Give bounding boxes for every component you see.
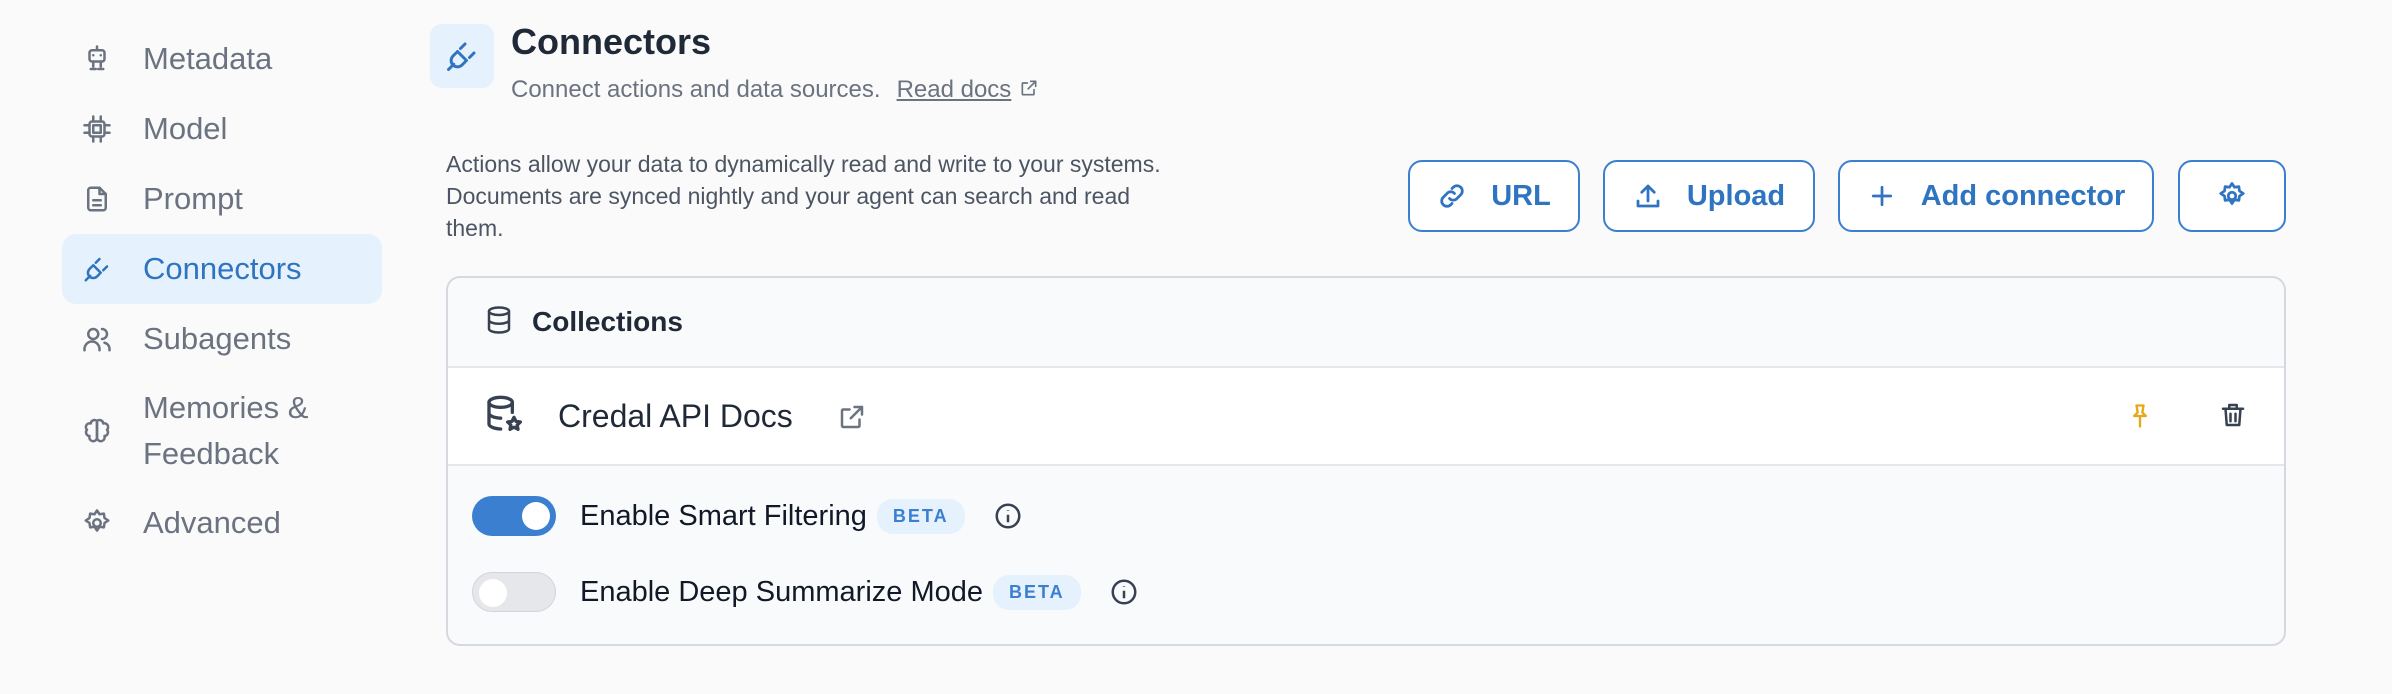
page-subtitle: Connect actions and data sources. Read d… — [511, 74, 1039, 105]
smart-filtering-toggle[interactable] — [472, 496, 556, 536]
brain-icon — [82, 416, 112, 446]
url-button-label: URL — [1491, 179, 1551, 212]
plus-icon — [1871, 185, 1892, 207]
beta-badge: BETA — [992, 574, 1081, 610]
sidebar-item-advanced[interactable]: Advanced — [62, 488, 382, 558]
upload-button[interactable]: Upload — [1603, 160, 1815, 232]
connector-settings-button[interactable] — [2178, 160, 2286, 232]
collections-panel: Collections Credal API Docs Enable Smart… — [446, 276, 2286, 646]
beta-badge: BETA — [876, 498, 965, 534]
gear-icon — [2219, 182, 2245, 205]
read-docs-link[interactable]: Read docs — [897, 76, 1012, 104]
collections-title: Collections — [532, 306, 683, 337]
sidebar-item-label: Subagents — [143, 321, 292, 356]
upload-button-label: Upload — [1686, 179, 1786, 212]
sidebar-item-label: Memories & Feedback — [143, 390, 309, 471]
collection-options: Enable Smart Filtering BETA Enable Deep … — [448, 466, 2284, 630]
database-icon — [484, 305, 514, 340]
sidebar-item-label: Advanced — [143, 505, 281, 540]
deep-summarize-label: Enable Deep Summarize Mode — [580, 575, 983, 608]
document-icon — [82, 184, 112, 214]
gear-icon — [82, 508, 112, 538]
database-star-icon — [484, 394, 524, 439]
robot-icon — [82, 44, 112, 74]
smart-filtering-label: Enable Smart Filtering — [580, 499, 867, 532]
info-icon[interactable] — [1081, 573, 1139, 612]
collections-header: Collections — [448, 278, 2284, 368]
external-link-icon[interactable] — [793, 396, 867, 437]
add-connector-button[interactable]: Add connector — [1838, 160, 2154, 232]
sidebar-item-label: Model — [143, 111, 228, 146]
url-button[interactable]: URL — [1408, 160, 1580, 232]
collection-name: Credal API Docs — [558, 397, 793, 434]
page-header: Connectors Connect actions and data sour… — [430, 24, 1039, 105]
deep-summarize-toggle[interactable] — [472, 572, 556, 612]
sidebar: Metadata Model Prompt Connectors Subagen… — [62, 24, 382, 558]
deep-summarize-option: Enable Deep Summarize Mode BETA — [448, 554, 2284, 630]
info-icon[interactable] — [965, 497, 1023, 536]
pin-icon[interactable] — [2126, 402, 2154, 435]
add-connector-button-label: Add connector — [1920, 179, 2126, 212]
users-icon — [82, 324, 112, 354]
upload-icon — [1636, 184, 1660, 208]
smart-filtering-option: Enable Smart Filtering BETA — [448, 478, 2284, 554]
connectors-description: Actions allow your data to dynamically r… — [446, 151, 1161, 241]
page-title: Connectors — [511, 21, 712, 62]
sidebar-item-label: Connectors — [143, 251, 302, 286]
sidebar-item-prompt[interactable]: Prompt — [62, 164, 382, 234]
sidebar-item-subagents[interactable]: Subagents — [62, 304, 382, 374]
chip-icon — [82, 114, 112, 144]
sidebar-item-metadata[interactable]: Metadata — [62, 24, 382, 94]
collection-item[interactable]: Credal API Docs — [448, 368, 2284, 466]
plug-icon — [82, 254, 112, 284]
trash-icon[interactable] — [2218, 400, 2248, 435]
sidebar-item-model[interactable]: Model — [62, 94, 382, 164]
link-icon — [1440, 184, 1464, 208]
sidebar-item-memories-feedback[interactable]: Memories & Feedback — [62, 374, 382, 488]
plug-icon — [430, 24, 494, 88]
sidebar-item-label: Metadata — [143, 41, 273, 76]
subtitle-text: Connect actions and data sources. — [511, 75, 881, 103]
sidebar-item-connectors[interactable]: Connectors — [62, 234, 382, 304]
external-link-icon[interactable] — [1011, 74, 1039, 105]
sidebar-item-label: Prompt — [143, 181, 243, 216]
